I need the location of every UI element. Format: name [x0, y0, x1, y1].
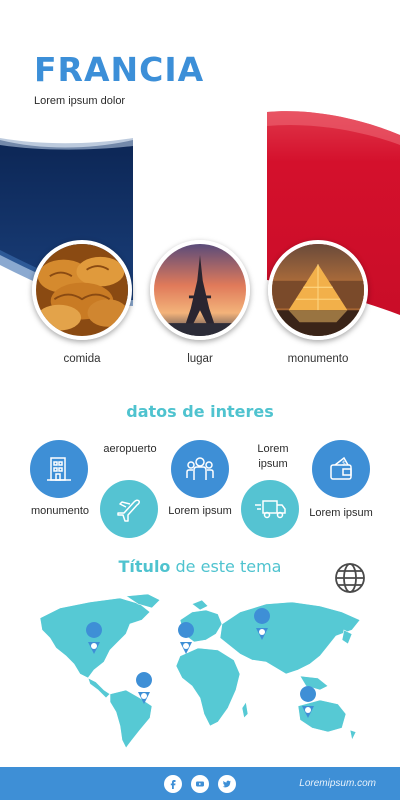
- info-label-monumento: monumento: [30, 505, 90, 517]
- tema-title-rest: de este tema: [170, 557, 282, 576]
- infographic-page: { "header": { "title": "FRANCIA", "subti…: [0, 0, 400, 800]
- page-subtitle: Lorem ipsum dolor: [34, 95, 126, 107]
- youtube-icon[interactable]: [191, 775, 209, 793]
- info-label-lorem-2: Lorem ipsum: [309, 507, 373, 519]
- page-title: FRANCIA: [34, 50, 205, 89]
- airplane-icon: [100, 480, 158, 538]
- tema-title-bold: Título: [118, 557, 171, 576]
- footer-url[interactable]: Loremipsum.com: [299, 778, 376, 789]
- truck-icon: [241, 480, 299, 538]
- world-map: [39, 593, 361, 749]
- photo-label-monumento: monumento: [287, 353, 349, 365]
- info-label-aeropuerto: aeropuerto: [103, 443, 157, 455]
- croissant-photo: [32, 240, 132, 340]
- louvre-pyramid-photo: [268, 240, 368, 340]
- facebook-icon[interactable]: [164, 775, 182, 793]
- building-icon: [30, 440, 88, 498]
- datos-section-title: datos de interes: [126, 402, 274, 421]
- people-icon: [171, 440, 229, 498]
- photo-label-comida: comida: [63, 353, 101, 365]
- info-label-lorem-1: Lorem ipsum: [168, 505, 232, 517]
- twitter-icon[interactable]: [218, 775, 236, 793]
- info-label-lorem-top: Lorem ipsum: [257, 443, 289, 470]
- wallet-icon: $: [312, 440, 370, 498]
- photo-label-lugar: lugar: [187, 353, 213, 365]
- svg-text:$: $: [342, 460, 346, 467]
- eiffel-tower-photo: [150, 240, 250, 340]
